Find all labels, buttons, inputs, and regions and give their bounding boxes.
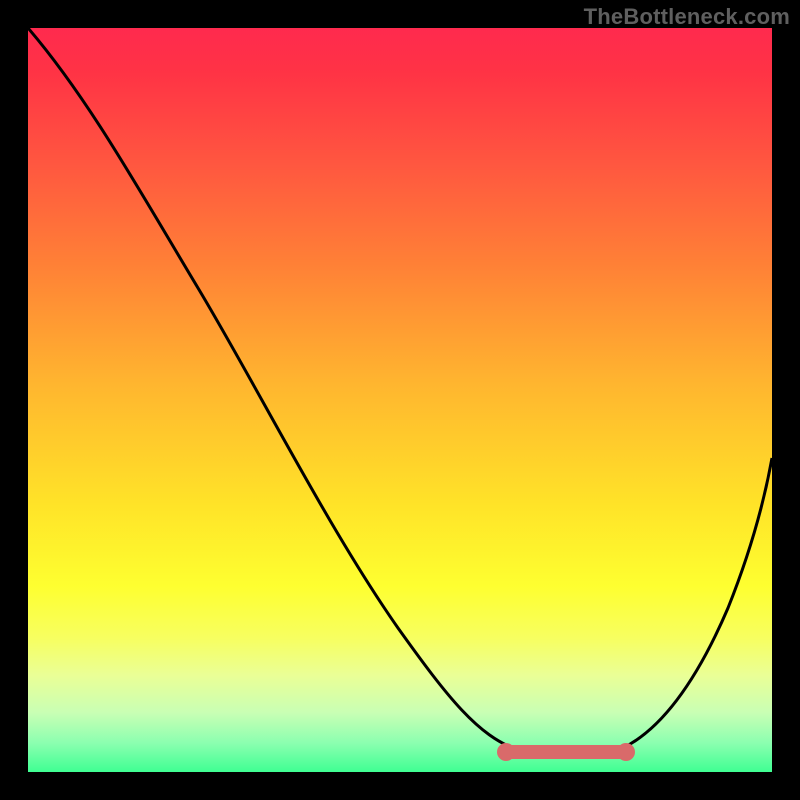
watermark-text: TheBottleneck.com <box>584 4 790 30</box>
chart-frame: TheBottleneck.com <box>0 0 800 800</box>
bottleneck-curve <box>28 28 772 772</box>
optimal-segment-start-dot <box>497 743 515 761</box>
curve-path <box>28 28 772 757</box>
plot-area <box>28 28 772 772</box>
optimal-segment-end-dot <box>617 743 635 761</box>
